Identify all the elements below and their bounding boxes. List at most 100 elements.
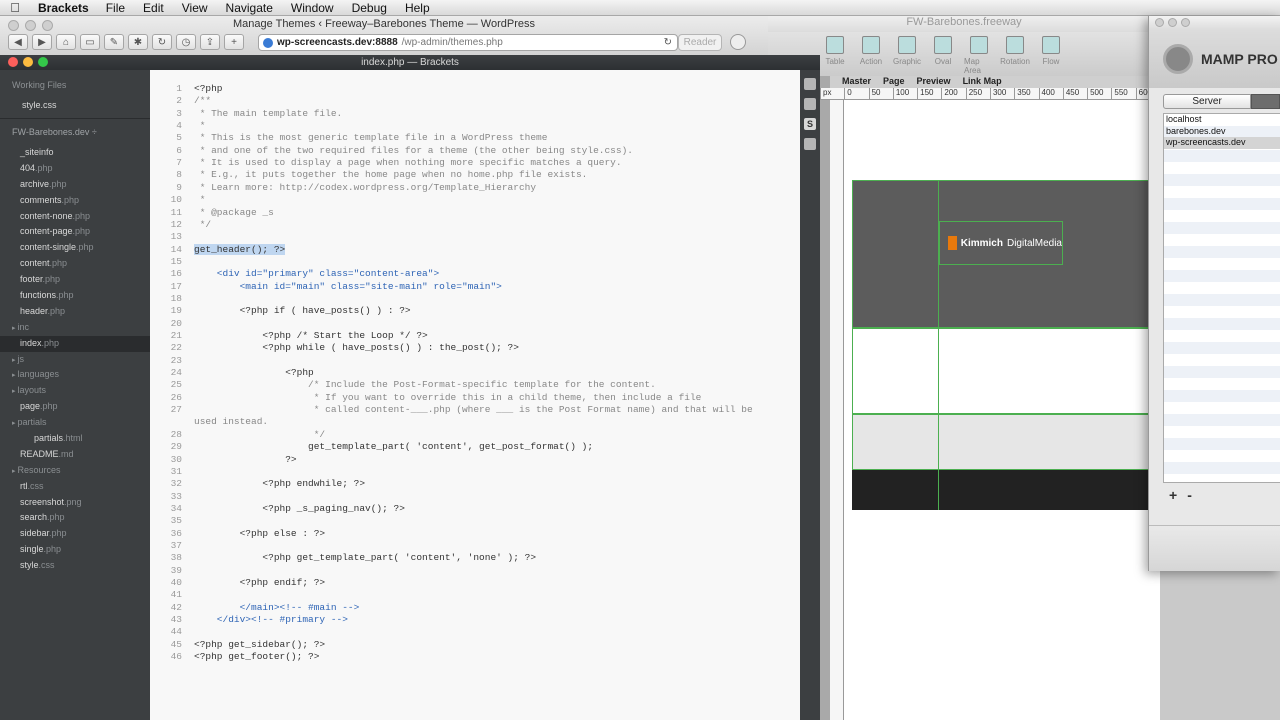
- folder-item[interactable]: inc: [0, 320, 150, 336]
- code-line[interactable]: <?php: [194, 367, 314, 378]
- code-line[interactable]: <?php endif; ?>: [194, 577, 326, 588]
- new-tab-icon[interactable]: +: [224, 34, 244, 50]
- file-item[interactable]: page.php: [0, 399, 150, 415]
- file-item[interactable]: search.php: [0, 510, 150, 526]
- folder-item[interactable]: js: [0, 352, 150, 368]
- code-line[interactable]: *: [194, 120, 206, 131]
- code-editor[interactable]: 1 <?php 2 /** 3 * The main template file. 4 *…: [150, 70, 800, 720]
- tool-map-area[interactable]: Map Area: [964, 32, 994, 76]
- code-line[interactable]: <?php get_sidebar(); ?>: [194, 639, 325, 650]
- menu-debug[interactable]: Debug: [343, 1, 396, 15]
- code-line[interactable]: */: [194, 429, 325, 440]
- menu-view[interactable]: View: [173, 1, 217, 15]
- code-line[interactable]: * The main template file.: [194, 108, 343, 119]
- remove-host-button[interactable]: -: [1187, 487, 1192, 503]
- code-line[interactable]: * This is the most generic template file…: [194, 132, 548, 143]
- back-icon[interactable]: ◀: [8, 34, 28, 50]
- forward-icon[interactable]: ▶: [32, 34, 52, 50]
- tab-master[interactable]: Master: [838, 76, 875, 88]
- code-line[interactable]: get_header(); ?>: [194, 243, 286, 255]
- file-item[interactable]: comments.php: [0, 193, 150, 209]
- share-icon[interactable]: ⇪: [200, 34, 220, 50]
- host-row[interactable]: localhost: [1164, 114, 1280, 126]
- file-item[interactable]: content-page.php: [0, 224, 150, 240]
- code-line[interactable]: *: [194, 194, 206, 205]
- zoom-icon[interactable]: [1181, 18, 1190, 27]
- tool-table[interactable]: Table: [820, 32, 850, 76]
- freeway-canvas[interactable]: Kimmich DigitalMedia: [844, 100, 1160, 720]
- code-line[interactable]: * It is used to display a page when noth…: [194, 157, 622, 168]
- code-line[interactable]: used instead.: [194, 416, 268, 427]
- reader-button[interactable]: Reader: [678, 34, 722, 51]
- code-line[interactable]: <?php if ( have_posts() ) : ?>: [194, 305, 411, 316]
- file-item[interactable]: README.md: [0, 447, 150, 463]
- code-line[interactable]: ?>: [194, 454, 296, 465]
- code-line[interactable]: <?php while ( have_posts() ) : the_post(…: [194, 342, 519, 353]
- menu-file[interactable]: File: [97, 1, 134, 15]
- file-item[interactable]: content.php: [0, 256, 150, 272]
- file-item[interactable]: single.php: [0, 542, 150, 558]
- tool-oval[interactable]: Oval: [928, 32, 958, 76]
- download-icon[interactable]: [730, 34, 746, 50]
- folder-item[interactable]: Resources: [0, 463, 150, 479]
- menu-help[interactable]: Help: [396, 1, 439, 15]
- file-item[interactable]: 404.php: [0, 161, 150, 177]
- host-list[interactable]: localhost barebones.dev wp-screencasts.d…: [1163, 113, 1280, 483]
- page-header-box[interactable]: Kimmich DigitalMedia: [852, 180, 1160, 328]
- code-line[interactable]: <?php /* Start the Loop */ ?>: [194, 330, 427, 341]
- code-line[interactable]: * called content-___.php (where ___ is t…: [194, 404, 753, 415]
- content-box[interactable]: [852, 328, 1160, 414]
- file-item[interactable]: _siteinfo: [0, 145, 150, 161]
- code-line[interactable]: <?php: [194, 83, 223, 94]
- code-line[interactable]: /* Include the Post-Format-specific temp…: [194, 379, 656, 390]
- add-host-button[interactable]: +: [1169, 487, 1177, 503]
- file-item[interactable]: screenshot.png: [0, 495, 150, 511]
- code-line[interactable]: */: [194, 219, 211, 230]
- apple-menu-icon[interactable]: : [0, 0, 30, 15]
- tool-rotation[interactable]: Rotation: [1000, 32, 1030, 76]
- code-line[interactable]: <div id="primary" class="content-area">: [194, 268, 439, 279]
- host-row[interactable]: barebones.dev: [1164, 126, 1280, 138]
- code-line[interactable]: * E.g., it puts together the home page w…: [194, 169, 588, 180]
- tab-server[interactable]: Server: [1163, 94, 1252, 109]
- upload-icon[interactable]: [804, 138, 816, 150]
- code-line[interactable]: * @package _s: [194, 207, 274, 218]
- close-icon[interactable]: [1155, 18, 1164, 27]
- tab-preview[interactable]: Preview: [913, 76, 955, 88]
- menu-navigate[interactable]: Navigate: [217, 1, 282, 15]
- tool-action[interactable]: Action: [856, 32, 886, 76]
- file-item[interactable]: content-none.php: [0, 209, 150, 225]
- bookmark-icon[interactable]: ✎: [104, 34, 124, 50]
- folder-item[interactable]: partials: [0, 415, 150, 431]
- freeway-site-panel[interactable]: [820, 76, 830, 720]
- menu-app-name[interactable]: Brackets: [30, 1, 97, 15]
- zoom-icon[interactable]: [38, 57, 48, 67]
- file-item[interactable]: rtl.css: [0, 479, 150, 495]
- tab-link-map[interactable]: Link Map: [959, 76, 1006, 88]
- extension-manager-icon[interactable]: [804, 98, 816, 110]
- minimize-icon[interactable]: [23, 57, 33, 67]
- file-item[interactable]: partials.html: [0, 431, 150, 447]
- footer-box[interactable]: [852, 414, 1160, 470]
- code-line[interactable]: <?php else : ?>: [194, 528, 326, 539]
- live-preview-icon[interactable]: [804, 78, 816, 90]
- code-line[interactable]: <?php get_footer(); ?>: [194, 651, 319, 662]
- footer-dark-box[interactable]: [852, 470, 1160, 510]
- reload-icon[interactable]: ↻: [664, 37, 672, 48]
- file-item[interactable]: style.css: [0, 558, 150, 574]
- extension-icon[interactable]: ✱: [128, 34, 148, 50]
- tab-hosts[interactable]: [1251, 94, 1280, 109]
- folder-item[interactable]: layouts: [0, 383, 150, 399]
- project-dropdown[interactable]: FW-Barebones.dev ÷: [0, 118, 150, 145]
- history-icon[interactable]: ◷: [176, 34, 196, 50]
- menu-window[interactable]: Window: [282, 1, 343, 15]
- file-item[interactable]: index.php: [0, 335, 150, 352]
- tool-graphic[interactable]: Graphic: [892, 32, 922, 76]
- file-item[interactable]: archive.php: [0, 177, 150, 193]
- code-line[interactable]: <main id="main" class="site-main" role="…: [194, 281, 502, 292]
- address-bar[interactable]: wp-screencasts.dev:8888/wp-admin/themes.…: [258, 34, 678, 51]
- file-item[interactable]: footer.php: [0, 272, 150, 288]
- minimize-icon[interactable]: [1168, 18, 1177, 27]
- code-line[interactable]: <?php endwhile; ?>: [194, 478, 365, 489]
- host-row-selected[interactable]: wp-screencasts.dev: [1164, 137, 1280, 149]
